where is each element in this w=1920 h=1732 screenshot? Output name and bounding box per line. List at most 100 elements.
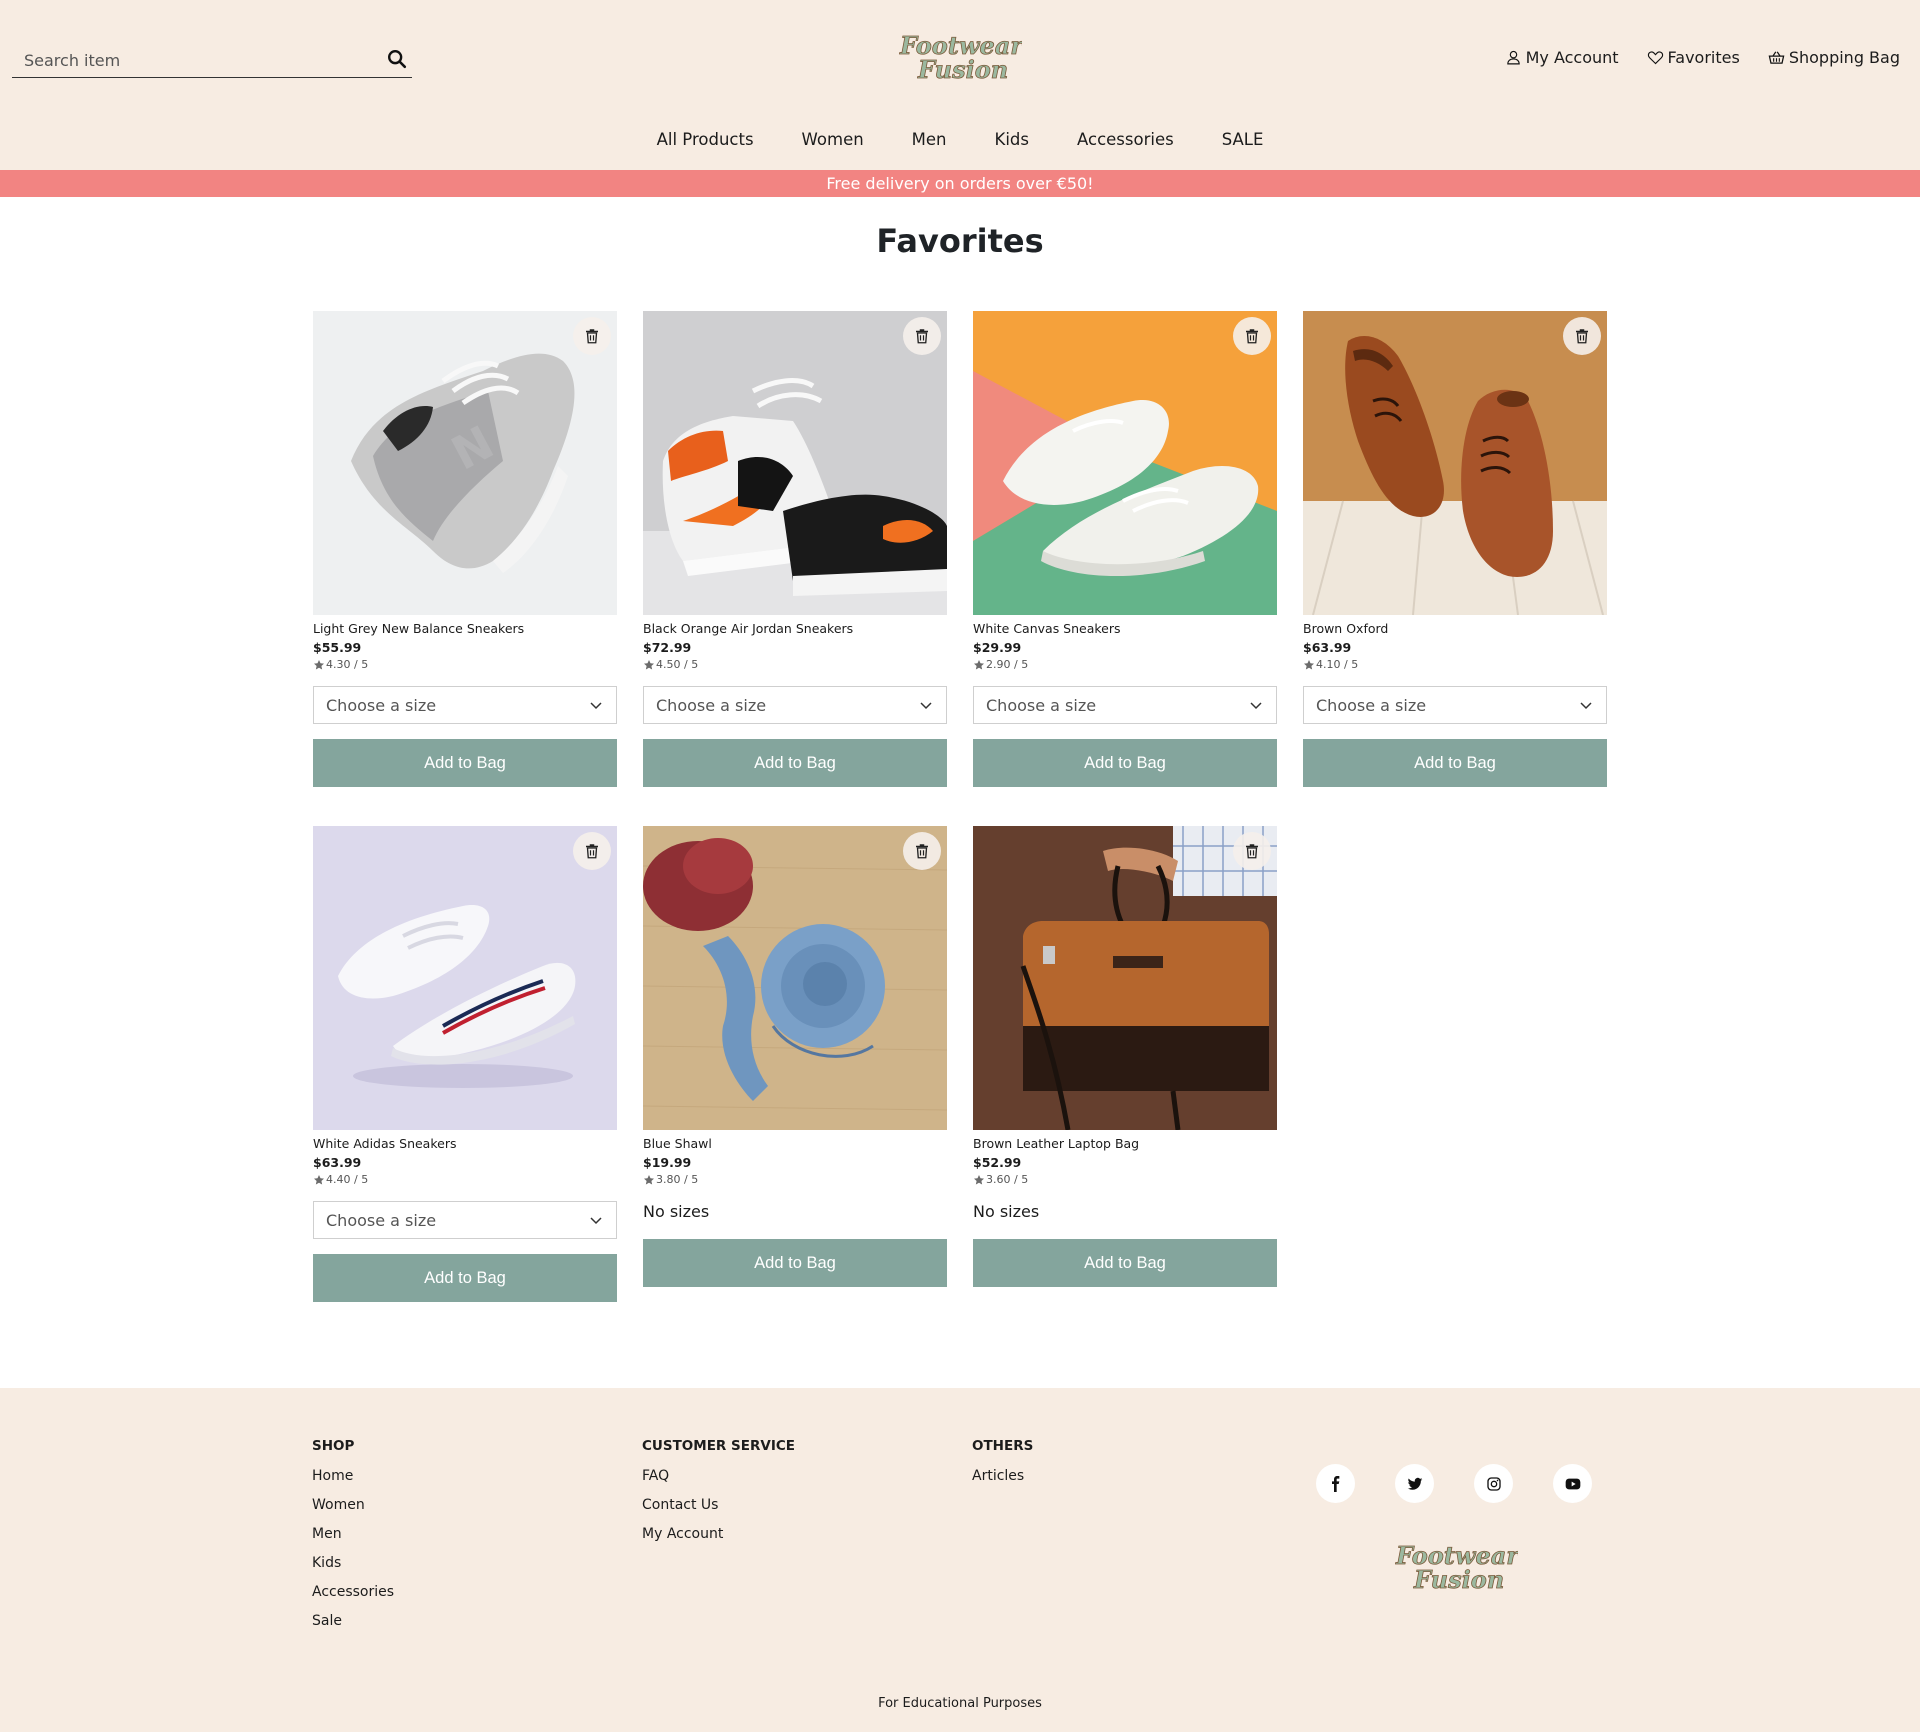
nav-all-products[interactable]: All Products: [657, 130, 754, 149]
basket-icon: [1768, 51, 1785, 64]
trash-icon: [1576, 329, 1588, 344]
product-rating: 4.40 / 5: [313, 1173, 617, 1186]
footer-link-men[interactable]: Men: [312, 1520, 394, 1549]
add-to-bag-button[interactable]: Add to Bag: [643, 1239, 947, 1287]
footer-link-articles[interactable]: Articles: [972, 1462, 1033, 1491]
footer-service-column: CUSTOMER SERVICE FAQ Contact Us My Accou…: [642, 1438, 795, 1549]
star-icon: [314, 659, 324, 670]
product-image[interactable]: [1303, 311, 1607, 615]
product-image[interactable]: N: [313, 311, 617, 615]
trash-icon: [916, 329, 928, 344]
footer-link-sale[interactable]: Sale: [312, 1607, 394, 1636]
user-icon: [1506, 50, 1520, 65]
product-name[interactable]: White Adidas Sneakers: [313, 1136, 617, 1151]
product-name[interactable]: White Canvas Sneakers: [973, 621, 1277, 636]
facebook-icon: [1331, 1475, 1339, 1492]
product-name[interactable]: Brown Oxford: [1303, 621, 1607, 636]
footer-link-my-account[interactable]: My Account: [642, 1520, 795, 1549]
product-rating: 2.90 / 5: [973, 658, 1277, 671]
facebook-link[interactable]: [1316, 1464, 1355, 1503]
footer-shop-column: SHOP Home Women Men Kids Accessories Sal…: [312, 1438, 394, 1636]
nav-sale[interactable]: SALE: [1222, 130, 1264, 149]
add-to-bag-button[interactable]: Add to Bag: [313, 1254, 617, 1302]
brown-oxford-photo: [1303, 311, 1607, 615]
size-select-value: Choose a size: [986, 696, 1097, 715]
shopping-bag-link[interactable]: Shopping Bag: [1768, 48, 1900, 67]
nav-men[interactable]: Men: [912, 130, 947, 149]
star-icon: [1304, 659, 1314, 670]
twitter-link[interactable]: [1395, 1464, 1434, 1503]
product-rating: 4.50 / 5: [643, 658, 947, 671]
footer-link-home[interactable]: Home: [312, 1462, 394, 1491]
remove-favorite-button[interactable]: [1233, 832, 1271, 870]
size-select[interactable]: Choose a size: [1303, 686, 1607, 724]
my-account-label: My Account: [1525, 48, 1619, 67]
star-icon: [314, 1174, 324, 1185]
logo[interactable]: Footwear Fusion: [898, 30, 1022, 84]
youtube-icon: [1565, 1478, 1580, 1489]
remove-favorite-button[interactable]: [903, 832, 941, 870]
add-to-bag-button[interactable]: Add to Bag: [1303, 739, 1607, 787]
main-nav: All Products Women Men Kids Accessories …: [0, 130, 1920, 149]
footer-link-women[interactable]: Women: [312, 1491, 394, 1520]
footer-link-accessories[interactable]: Accessories: [312, 1578, 394, 1607]
footer-others-column: OTHERS Articles: [972, 1438, 1033, 1491]
favorites-link[interactable]: Favorites: [1647, 48, 1740, 67]
chevron-down-icon: [590, 702, 602, 710]
search-input[interactable]: [24, 48, 364, 72]
product-image[interactable]: [643, 311, 947, 615]
instagram-icon: [1486, 1476, 1501, 1491]
product-name[interactable]: Black Orange Air Jordan Sneakers: [643, 621, 947, 636]
product-card: White Adidas Sneakers $63.99 4.40 / 5 Ch…: [313, 826, 617, 1302]
add-to-bag-button[interactable]: Add to Bag: [643, 739, 947, 787]
page-title: Favorites: [876, 222, 1044, 260]
product-price: $52.99: [973, 1155, 1022, 1170]
search-icon[interactable]: [386, 48, 408, 70]
footer-link-faq[interactable]: FAQ: [642, 1462, 795, 1491]
product-price: $19.99: [643, 1155, 692, 1170]
footer-others-title: OTHERS: [972, 1438, 1034, 1454]
product-image[interactable]: [973, 311, 1277, 615]
nav-kids[interactable]: Kids: [995, 130, 1029, 149]
twitter-icon: [1407, 1477, 1422, 1490]
footer-service-title: CUSTOMER SERVICE: [642, 1438, 795, 1454]
social-links: [1316, 1464, 1592, 1503]
youtube-link[interactable]: [1553, 1464, 1592, 1503]
search-bar: [12, 42, 412, 78]
size-select[interactable]: Choose a size: [643, 686, 947, 724]
remove-favorite-button[interactable]: [573, 832, 611, 870]
size-select[interactable]: Choose a size: [313, 686, 617, 724]
add-to-bag-button[interactable]: Add to Bag: [313, 739, 617, 787]
rating-value: 3.60 / 5: [986, 1173, 1029, 1186]
product-name[interactable]: Blue Shawl: [643, 1136, 947, 1151]
product-name[interactable]: Light Grey New Balance Sneakers: [313, 621, 617, 636]
product-card: Blue Shawl $19.99 3.80 / 5 No sizes Add …: [643, 826, 947, 1287]
footer-shop-title: SHOP: [312, 1438, 355, 1454]
size-select-value: Choose a size: [1316, 696, 1427, 715]
footer-link-kids[interactable]: Kids: [312, 1549, 394, 1578]
nav-accessories[interactable]: Accessories: [1077, 130, 1174, 149]
size-select-value: Choose a size: [656, 696, 767, 715]
chevron-down-icon: [590, 1217, 602, 1225]
product-image[interactable]: [313, 826, 617, 1130]
footer-logo[interactable]: Footwear Fusion: [1394, 1540, 1518, 1594]
add-to-bag-button[interactable]: Add to Bag: [973, 1239, 1277, 1287]
add-to-bag-button[interactable]: Add to Bag: [973, 739, 1277, 787]
footer-link-contact-us[interactable]: Contact Us: [642, 1491, 795, 1520]
rating-value: 4.50 / 5: [656, 658, 699, 671]
remove-favorite-button[interactable]: [1563, 317, 1601, 355]
instagram-link[interactable]: [1474, 1464, 1513, 1503]
product-name[interactable]: Brown Leather Laptop Bag: [973, 1136, 1277, 1151]
remove-favorite-button[interactable]: [573, 317, 611, 355]
size-select[interactable]: Choose a size: [973, 686, 1277, 724]
remove-favorite-button[interactable]: [1233, 317, 1271, 355]
product-image[interactable]: [643, 826, 947, 1130]
remove-favorite-button[interactable]: [903, 317, 941, 355]
product-card: Black Orange Air Jordan Sneakers $72.99 …: [643, 311, 947, 787]
nav-women[interactable]: Women: [802, 130, 864, 149]
heart-icon: [1647, 51, 1663, 65]
size-select[interactable]: Choose a size: [313, 1201, 617, 1239]
rating-value: 3.80 / 5: [656, 1173, 699, 1186]
my-account-link[interactable]: My Account: [1505, 48, 1619, 67]
product-image[interactable]: [973, 826, 1277, 1130]
